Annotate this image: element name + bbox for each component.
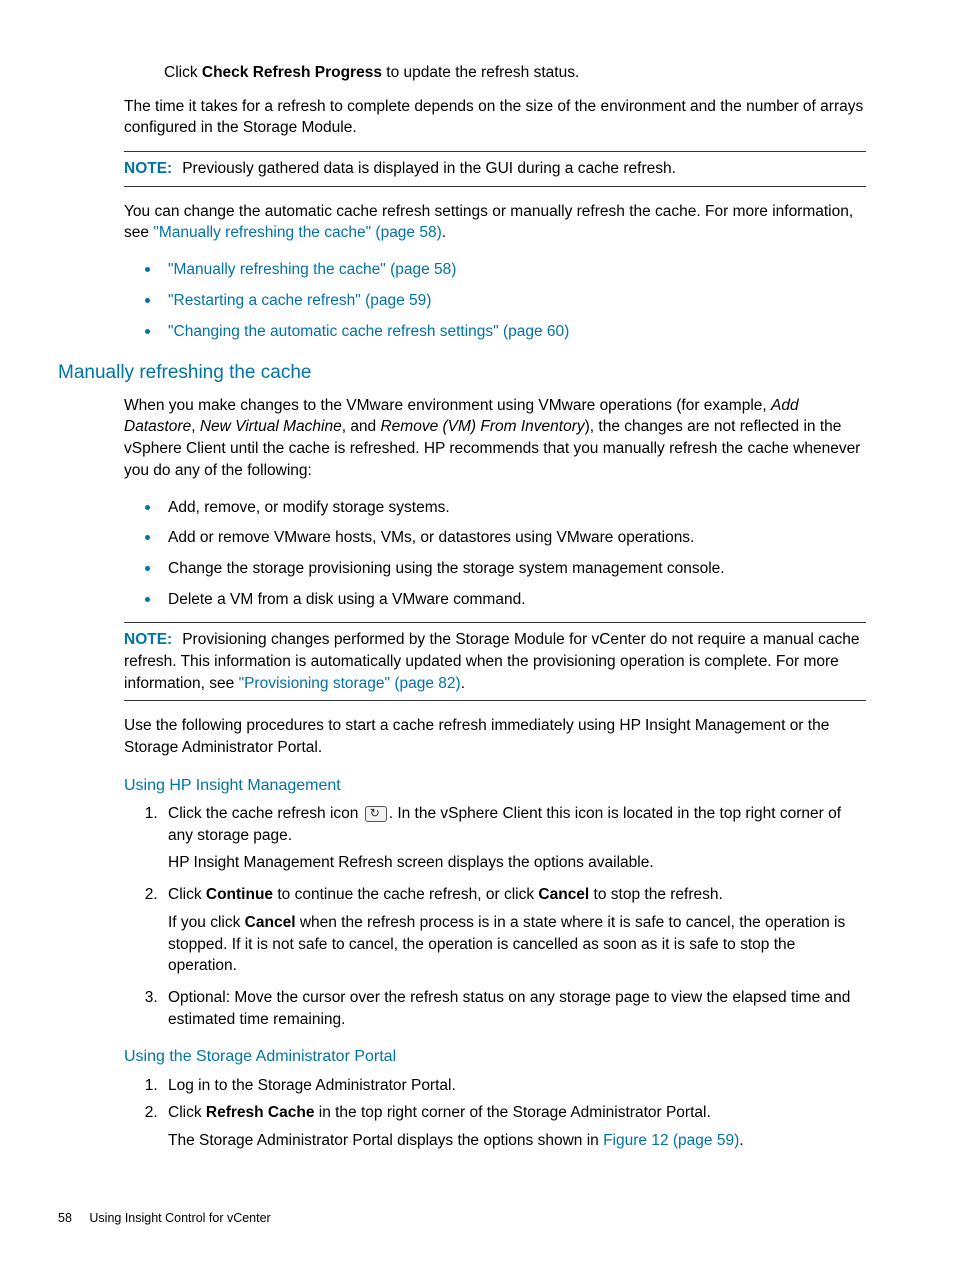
- time-paragraph: The time it takes for a refresh to compl…: [124, 96, 866, 139]
- toc-link-1[interactable]: "Manually refreshing the cache" (page 58…: [168, 261, 456, 278]
- cancel-label: Cancel: [538, 886, 589, 903]
- text: When you make changes to the VMware envi…: [124, 397, 771, 414]
- note-label: NOTE:: [124, 631, 172, 648]
- list-item: Change the storage provisioning using th…: [162, 555, 866, 580]
- text: ,: [191, 418, 200, 435]
- list-item: Click Refresh Cache in the top right cor…: [162, 1102, 866, 1151]
- portal-steps: Log in to the Storage Administrator Port…: [124, 1075, 866, 1152]
- link-manual-refresh[interactable]: "Manually refreshing the cache" (page 58…: [153, 224, 441, 241]
- note-text: Previously gathered data is displayed in…: [182, 160, 676, 177]
- italic-text: Remove (VM) From Inventory: [380, 418, 584, 435]
- after-note1-paragraph: You can change the automatic cache refre…: [124, 201, 866, 244]
- list-item: Add, remove, or modify storage systems.: [162, 494, 866, 519]
- toc-list: "Manually refreshing the cache" (page 58…: [124, 256, 866, 342]
- list-item: Optional: Move the cursor over the refre…: [162, 987, 866, 1030]
- text: .: [442, 224, 446, 241]
- toc-item: "Restarting a cache refresh" (page 59): [162, 287, 866, 312]
- continue-label: Continue: [206, 886, 273, 903]
- text: If you click: [168, 914, 245, 931]
- page-footer: 58 Using Insight Control for vCenter: [58, 1210, 271, 1228]
- check-refresh-progress-label: Check Refresh Progress: [202, 64, 382, 81]
- list-item: Log in to the Storage Administrator Port…: [162, 1075, 866, 1097]
- page-number: 58: [58, 1211, 72, 1225]
- text: Click the cache refresh icon: [168, 805, 363, 822]
- text: Click: [164, 64, 202, 81]
- after-note2-paragraph: Use the following procedures to start a …: [124, 715, 866, 758]
- insight-steps: Click the cache refresh icon . In the vS…: [124, 803, 866, 1030]
- list-item: Click Continue to continue the cache ref…: [162, 884, 866, 977]
- toc-link-2[interactable]: "Restarting a cache refresh" (page 59): [168, 292, 431, 309]
- text: The Storage Administrator Portal display…: [168, 1132, 603, 1149]
- note-box-1: NOTE: Previously gathered data is display…: [124, 151, 866, 187]
- cache-refresh-icon: [365, 806, 387, 822]
- subheading-insight-mgmt: Using HP Insight Management: [124, 775, 866, 797]
- note-text: Provisioning changes performed by the St…: [124, 631, 859, 691]
- list-item: Add or remove VMware hosts, VMs, or data…: [162, 524, 866, 549]
- subheading-storage-admin-portal: Using the Storage Administrator Portal: [124, 1046, 866, 1068]
- note-box-2: NOTE:Provisioning changes performed by t…: [124, 622, 866, 701]
- step-followup: If you click Cancel when the refresh pro…: [168, 912, 866, 977]
- text: to stop the refresh.: [589, 886, 723, 903]
- section-intro-paragraph: When you make changes to the VMware envi…: [124, 395, 866, 482]
- text: to continue the cache refresh, or click: [273, 886, 538, 903]
- text: .: [739, 1132, 743, 1149]
- text: Click: [168, 886, 206, 903]
- section-heading-manual-refresh: Manually refreshing the cache: [58, 360, 866, 387]
- text: .: [461, 675, 465, 692]
- note-label: NOTE:: [124, 160, 172, 177]
- list-item: Delete a VM from a disk using a VMware c…: [162, 586, 866, 611]
- toc-item: "Manually refreshing the cache" (page 58…: [162, 256, 866, 281]
- text: in the top right corner of the Storage A…: [314, 1104, 710, 1121]
- italic-text: New Virtual Machine: [200, 418, 342, 435]
- click-refresh-line: Click Check Refresh Progress to update t…: [164, 62, 866, 84]
- cancel-label: Cancel: [245, 914, 296, 931]
- step-followup: The Storage Administrator Portal display…: [168, 1130, 866, 1152]
- text: Click: [168, 1104, 206, 1121]
- step-followup: HP Insight Management Refresh screen dis…: [168, 852, 866, 874]
- toc-item: "Changing the automatic cache refresh se…: [162, 318, 866, 343]
- text: to update the refresh status.: [382, 64, 579, 81]
- toc-link-3[interactable]: "Changing the automatic cache refresh se…: [168, 323, 569, 340]
- text: , and: [342, 418, 381, 435]
- action-bullets: Add, remove, or modify storage systems. …: [124, 494, 866, 611]
- link-provisioning-storage[interactable]: "Provisioning storage" (page 82): [239, 675, 461, 692]
- link-figure-12[interactable]: Figure 12 (page 59): [603, 1132, 739, 1149]
- refresh-cache-label: Refresh Cache: [206, 1104, 315, 1121]
- list-item: Click the cache refresh icon . In the vS…: [162, 803, 866, 874]
- footer-title: Using Insight Control for vCenter: [89, 1211, 270, 1225]
